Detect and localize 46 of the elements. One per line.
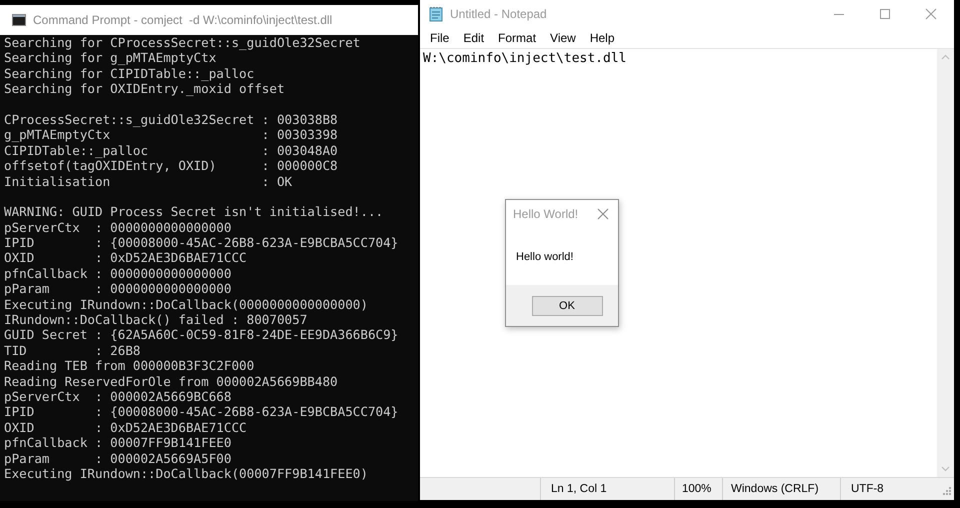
menu-item[interactable]: Help xyxy=(582,31,622,45)
window-title: Command Prompt - comject -d W:\cominfo\inject\test.dll xyxy=(33,13,332,27)
console-line: TID : 26B8 xyxy=(4,342,142,358)
console-line: pServerCtx : 000002A5669BC668 xyxy=(4,388,232,404)
console-line: pfnCallback : 0000000000000000 xyxy=(4,266,232,282)
console-line: OXID : 0xD52AE3D6BAE71CCC xyxy=(4,420,248,436)
console-line: CProcessSecret::s_guidOle32Secret : 003038B8 xyxy=(4,112,339,128)
console-line: Searching for OXIDEntry._moxid offset xyxy=(4,81,286,97)
console-line: Initialisation : OK xyxy=(4,174,294,189)
console-line: IRundown::DoCallback() failed : 80070057 xyxy=(4,312,308,328)
console-line: pfnCallback : 00007FF9B141FEE0 xyxy=(4,435,232,451)
menu-item[interactable]: Edit xyxy=(456,31,492,45)
menu-item[interactable]: File xyxy=(423,31,456,45)
console-line: OXID : 0xD52AE3D6BAE71CCC xyxy=(4,250,248,266)
status-text: UTF-8 xyxy=(850,482,885,497)
status-text: Windows (CRLF) xyxy=(723,478,841,500)
ok-button[interactable]: OK xyxy=(532,296,602,316)
console-line: WARNING: GUID Process Secret isn't initialised!... xyxy=(4,204,384,220)
console-line: Searching for CIPIDTable::_palloc xyxy=(4,66,256,82)
console-line: pParam : 000002A5669A5F00 xyxy=(4,450,232,466)
console-line: IPID : {00008000-45AC-26B8-623A-E9BCBA5CC704} xyxy=(4,404,400,420)
console-line: GUID Secret : {62A5A60C-0C59-81F8-24DE-EE9DA366B6C9} xyxy=(4,327,400,343)
status-text: 100% xyxy=(675,478,723,500)
status-text: Ln 1, Col 1 xyxy=(541,478,675,500)
console-line: Searching for g_pMTAEmptyCtx xyxy=(4,50,218,66)
console-line: CIPIDTable::_palloc : 003048A0 xyxy=(4,142,339,158)
console-line: Executing IRundown::DoCallback(00007FF9B141FEE0) xyxy=(4,466,369,482)
message-text: Hello world! xyxy=(515,250,574,265)
menu-item[interactable]: View xyxy=(543,31,583,45)
console-line: IPID : {00008000-45AC-26B8-623A-E9BCBA5CC704} xyxy=(4,235,400,250)
console-line: Reading ReservedForOle from 000002A5669BB480 xyxy=(4,374,339,389)
console-line: Reading TEB from 000000B3F3C2F000 xyxy=(4,358,256,374)
document-text: W:\cominfo\inject\test.dll xyxy=(423,51,628,66)
notepad-icon xyxy=(428,6,444,22)
console-line: Searching for CProcessSecret::s_guidOle32Secret xyxy=(4,35,362,50)
window-title: Untitled - Notepad xyxy=(450,7,548,21)
console-icon xyxy=(12,14,26,26)
console-line: pParam : 0000000000000000 xyxy=(4,281,232,297)
console-line: pServerCtx : 0000000000000000 xyxy=(4,220,232,236)
console-line: g_pMTAEmptyCtx : 00303398 xyxy=(4,127,339,143)
window-title: Hello World! xyxy=(513,207,578,221)
resize-grip-icon xyxy=(940,486,952,498)
console-line: Executing IRundown::DoCallback(0000000000000000) xyxy=(4,296,369,312)
console-line: offsetof(tagOXIDEntry, OXID) : 000000C8 xyxy=(4,158,339,174)
close-icon[interactable] xyxy=(596,207,610,221)
menu-item[interactable]: Format xyxy=(491,31,544,45)
